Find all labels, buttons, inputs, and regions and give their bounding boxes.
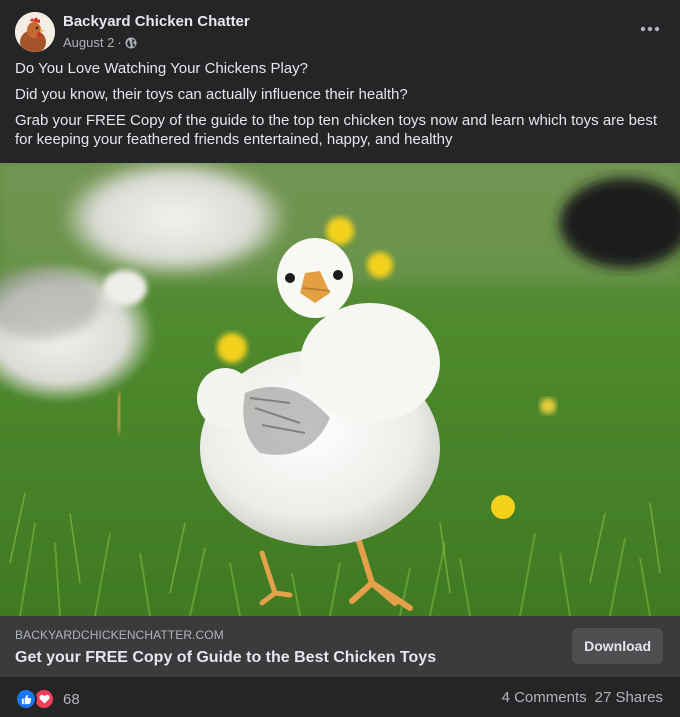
page-name[interactable]: Backyard Chicken Chatter <box>63 13 250 30</box>
globe-icon[interactable] <box>125 37 137 49</box>
rooster-avatar-image <box>15 12 55 52</box>
link-title[interactable]: Get your FREE Copy of Guide to the Best … <box>15 649 436 667</box>
white-chick-photo <box>0 163 680 616</box>
more-horizontal-icon <box>640 26 660 32</box>
more-options-button[interactable] <box>635 18 665 40</box>
shares-count-link[interactable]: 27 Shares <box>595 689 663 706</box>
link-domain: BACKYARDCHICKENCHATTER.COM <box>15 628 224 642</box>
engagement-counts: 4 Comments 27 Shares <box>502 689 663 706</box>
reaction-count: 68 <box>63 690 80 708</box>
link-preview[interactable]: BACKYARDCHICKENCHATTER.COM Get your FREE… <box>0 616 680 677</box>
like-reaction-icon <box>15 688 37 710</box>
post-date[interactable]: August 2 <box>63 35 114 50</box>
comments-count-link[interactable]: 4 Comments <box>502 689 587 706</box>
post-paragraph: Grab your FREE Copy of the guide to the … <box>15 112 658 148</box>
post-header: Backyard Chicken Chatter August 2 · <box>15 12 665 54</box>
post-paragraph: Do You Love Watching Your Chickens Play? <box>15 60 308 77</box>
post-photo[interactable] <box>0 163 680 616</box>
post-paragraph: Did you know, their toys can actually in… <box>15 86 408 103</box>
facebook-post: Backyard Chicken Chatter August 2 · Do Y… <box>0 0 680 717</box>
download-button[interactable]: Download <box>572 628 663 664</box>
post-text: Do You Love Watching Your Chickens Play?… <box>15 59 665 156</box>
post-stats: 68 4 Comments 27 Shares <box>15 677 663 717</box>
meta-separator: · <box>117 35 122 50</box>
post-meta: August 2 · <box>63 35 137 50</box>
page-avatar[interactable] <box>15 12 55 52</box>
reactions-summary[interactable]: 68 <box>15 688 80 710</box>
